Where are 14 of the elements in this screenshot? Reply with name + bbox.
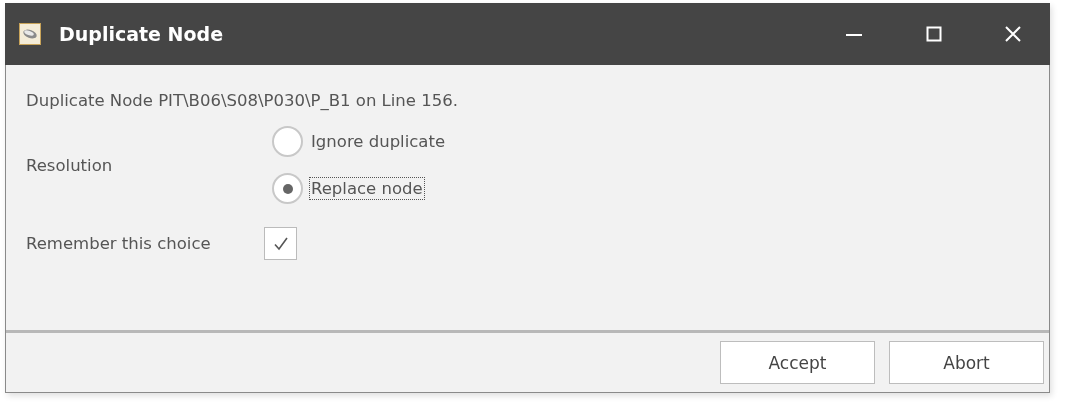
radio-button[interactable]: [272, 126, 303, 157]
window-title: Duplicate Node: [59, 23, 224, 45]
checkbox[interactable]: [264, 227, 297, 260]
dialog-button[interactable]: Abort: [889, 341, 1044, 384]
message-text: Duplicate Node PIT\B06\S08\P030\P_B1 on Line 156.: [26, 91, 459, 110]
radio-label[interactable]: Ignore duplicate: [309, 130, 448, 153]
close-icon[interactable]: [1005, 26, 1021, 42]
maximize-icon[interactable]: [926, 26, 942, 42]
radio-label[interactable]: Replace node: [309, 177, 425, 200]
app-icon: [19, 23, 41, 45]
radio-button[interactable]: [272, 173, 303, 204]
resolution-label: Resolution: [26, 155, 114, 175]
remember-label: Remember this choice: [26, 234, 212, 253]
dialog-button[interactable]: Accept: [720, 341, 875, 384]
